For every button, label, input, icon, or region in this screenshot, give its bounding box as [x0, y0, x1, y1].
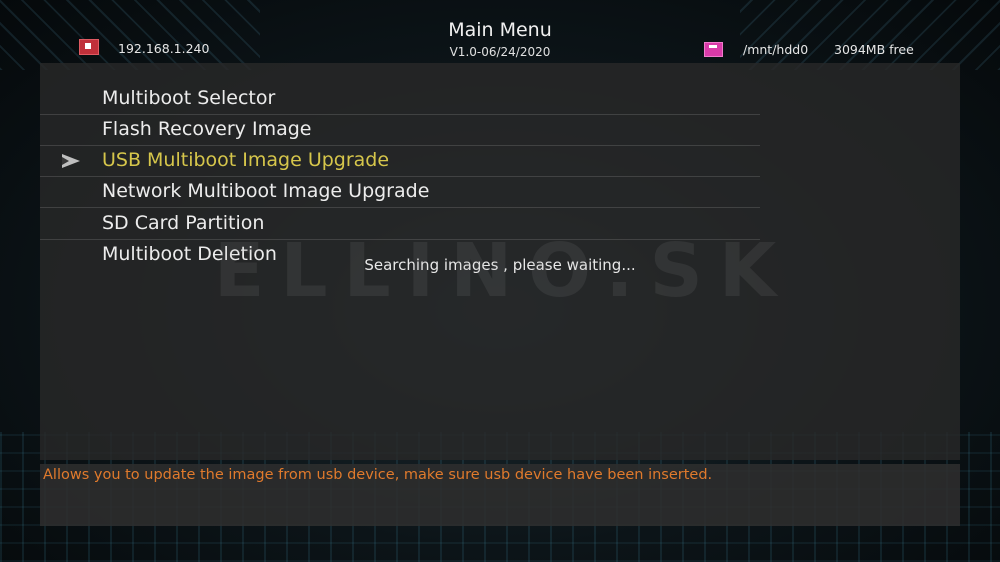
menu-item-label: Flash Recovery Image: [102, 118, 312, 140]
watermark-logo: ELLINO.SK: [213, 228, 793, 314]
description-text: Allows you to update the image from usb …: [43, 467, 713, 483]
hdd-icon: [704, 42, 723, 57]
menu-item-label: Network Multiboot Image Upgrade: [102, 180, 430, 202]
menu-item-label: Multiboot Selector: [102, 87, 276, 109]
menu-item-label: USB Multiboot Image Upgrade: [102, 149, 390, 171]
menu-item-usb-multiboot-image-upgrade[interactable]: USB Multiboot Image Upgrade: [40, 145, 760, 177]
page-title: Main Menu: [448, 19, 552, 41]
menu-item-network-multiboot-image-upgrade[interactable]: Network Multiboot Image Upgrade: [40, 176, 760, 208]
network-status-icon: [79, 39, 99, 55]
selection-arrow-icon: [62, 154, 80, 168]
storage-free: 3094MB free: [834, 42, 914, 57]
storage-path: /mnt/hdd0: [743, 42, 809, 57]
ip-address: 192.168.1.240: [118, 41, 210, 56]
menu-item-multiboot-selector[interactable]: Multiboot Selector: [40, 83, 760, 115]
menu-item-flash-recovery-image[interactable]: Flash Recovery Image: [40, 114, 760, 146]
description-panel: Allows you to update the image from usb …: [40, 464, 960, 526]
